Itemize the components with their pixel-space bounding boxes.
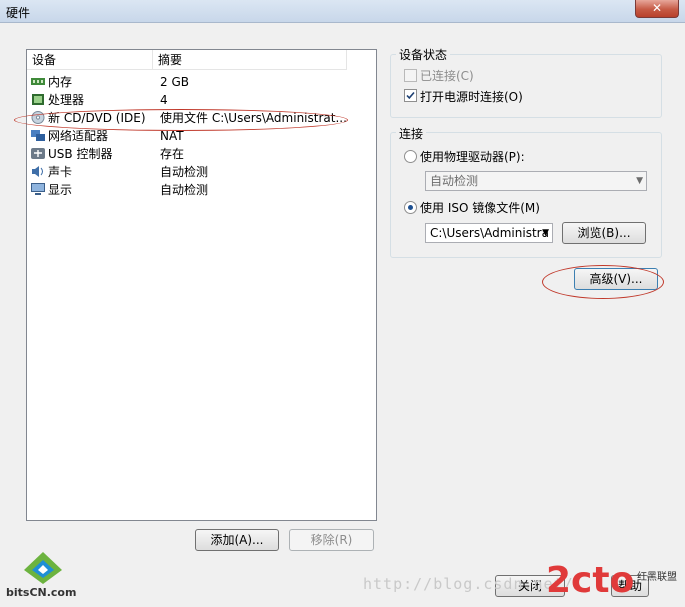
dropdown-arrow-icon: ▼	[542, 228, 549, 238]
device-name: 声卡	[48, 165, 73, 179]
watermark-url: http://blog.csdn.net/	[363, 575, 574, 593]
device-status-group	[390, 54, 662, 118]
device-row-display[interactable]: 显示 自动检测	[27, 181, 374, 199]
connection-title: 连接	[396, 125, 427, 142]
display-icon	[31, 183, 45, 195]
title-bar: 硬件 ✕	[0, 0, 685, 23]
device-status-title: 设备状态	[396, 46, 451, 63]
device-name: 处理器	[48, 93, 85, 107]
add-device-button[interactable]: 添加(A)...	[195, 529, 279, 551]
connected-checkbox[interactable]	[404, 69, 417, 82]
iso-path-combo[interactable]: C:\Users\Administra ▼	[425, 223, 553, 243]
iso-image-radio[interactable]	[404, 201, 417, 214]
usb-icon	[31, 148, 45, 159]
network-adapter-icon	[31, 130, 45, 141]
device-summary: 存在	[160, 147, 185, 161]
device-row-memory[interactable]: 内存 2 GB	[27, 73, 374, 91]
iso-image-label: 使用 ISO 镜像文件(M)	[420, 201, 540, 215]
physical-drive-select-value: 自动检测	[430, 174, 479, 188]
device-summary: 自动检测	[160, 183, 209, 197]
sound-card-icon	[32, 166, 43, 177]
column-header-device[interactable]: 设备	[27, 50, 153, 70]
logo-2cto: 2cto	[546, 560, 635, 601]
remove-device-button[interactable]: 移除(R)	[289, 529, 374, 551]
device-summary: 2 GB	[160, 75, 189, 89]
device-name: 内存	[48, 75, 73, 89]
connect-at-power-on-checkbox[interactable]	[404, 89, 417, 102]
window-title: 硬件	[6, 6, 31, 20]
browse-button[interactable]: 浏览(B)...	[562, 222, 646, 244]
physical-drive-radio[interactable]	[404, 150, 417, 163]
dropdown-arrow-icon: ▼	[636, 176, 643, 186]
device-row-usb[interactable]: USB 控制器 存在	[27, 145, 374, 163]
column-header-summary[interactable]: 摘要	[153, 50, 347, 70]
logo-bitscn: bitsCN.com	[6, 586, 77, 599]
device-summary: 自动检测	[160, 165, 209, 179]
bitscn-logo-icon	[24, 552, 62, 584]
device-summary: 4	[160, 93, 168, 107]
processor-icon	[32, 94, 44, 105]
iso-path-value: C:\Users\Administra	[430, 226, 549, 240]
device-row-processor[interactable]: 处理器 4	[27, 91, 374, 109]
memory-icon	[31, 78, 45, 85]
close-window-button[interactable]: ✕	[635, 0, 679, 18]
logo-hongke: 红黑联盟	[637, 572, 677, 583]
physical-drive-label: 使用物理驱动器(P):	[420, 150, 525, 164]
checkmark-icon	[406, 91, 415, 100]
annotation-ellipse-advanced	[542, 265, 664, 299]
connect-at-power-on-label: 打开电源时连接(O)	[420, 90, 523, 104]
device-name: USB 控制器	[48, 147, 113, 161]
device-name: 显示	[48, 183, 73, 197]
connected-label: 已连接(C)	[420, 69, 474, 83]
device-name: 网络适配器	[48, 129, 109, 143]
physical-drive-select[interactable]: 自动检测 ▼	[425, 171, 647, 191]
annotation-ellipse-cd-dvd	[14, 109, 348, 131]
device-row-sound[interactable]: 声卡 自动检测	[27, 163, 374, 181]
